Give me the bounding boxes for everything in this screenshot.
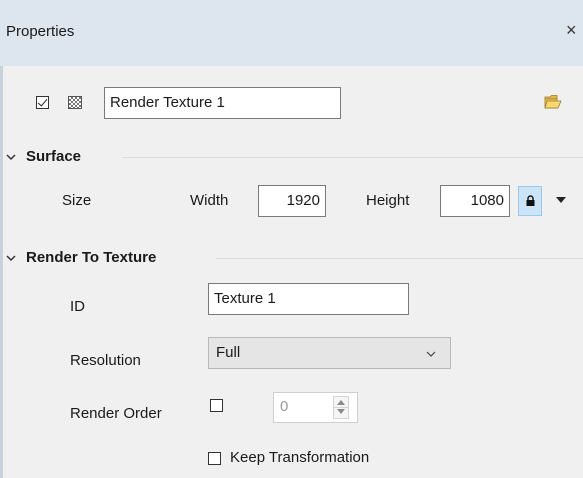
render-order-spin-buttons[interactable]: [333, 396, 349, 419]
panel-titlebar: Properties ×: [0, 0, 583, 66]
surface-section-title[interactable]: Surface: [26, 148, 81, 165]
render-order-checkbox[interactable]: [210, 399, 223, 412]
render-to-texture-collapse-chevron-icon[interactable]: [6, 253, 16, 263]
render-order-spinbox[interactable]: 0: [273, 392, 358, 423]
texture-id-input[interactable]: Texture 1: [208, 283, 409, 315]
surface-section-divider: [122, 157, 583, 158]
dropdown-arrow-icon[interactable]: [556, 197, 566, 203]
id-label: ID: [70, 298, 85, 315]
panel-left-border: [0, 66, 3, 478]
render-to-texture-section-title[interactable]: Render To Texture: [26, 249, 156, 266]
close-icon[interactable]: ×: [566, 20, 577, 41]
resolution-label: Resolution: [70, 352, 141, 369]
folder-open-icon[interactable]: [544, 94, 562, 110]
panel-title: Properties: [6, 23, 75, 40]
resolution-select[interactable]: Full: [208, 337, 451, 369]
width-label: Width: [190, 192, 229, 209]
object-name-input[interactable]: Render Texture 1: [104, 87, 341, 119]
keep-transformation-checkbox[interactable]: [208, 452, 221, 465]
render-order-value: 0: [280, 398, 289, 415]
surface-collapse-chevron-icon[interactable]: [6, 152, 16, 162]
resolution-selected-value: Full: [216, 344, 241, 361]
keep-transformation-label[interactable]: Keep Transformation: [230, 449, 369, 466]
aspect-lock-button[interactable]: [518, 186, 542, 216]
width-input[interactable]: 1920: [258, 185, 326, 217]
checkerboard-texture-icon: [68, 96, 82, 109]
spin-down-icon[interactable]: [337, 409, 345, 414]
height-label: Height: [366, 192, 410, 209]
lock-icon: [526, 195, 535, 206]
properties-panel: Properties × Render Texture 1 Surface Si…: [0, 0, 583, 478]
render-order-label: Render Order: [70, 405, 162, 422]
size-label: Size: [62, 192, 92, 209]
render-to-texture-section-divider: [216, 258, 583, 259]
object-enabled-checkbox[interactable]: [36, 96, 49, 109]
spin-up-icon[interactable]: [337, 400, 345, 405]
chevron-down-icon: [426, 351, 436, 357]
spin-divider: [334, 407, 348, 408]
height-input[interactable]: 1080: [440, 185, 510, 217]
